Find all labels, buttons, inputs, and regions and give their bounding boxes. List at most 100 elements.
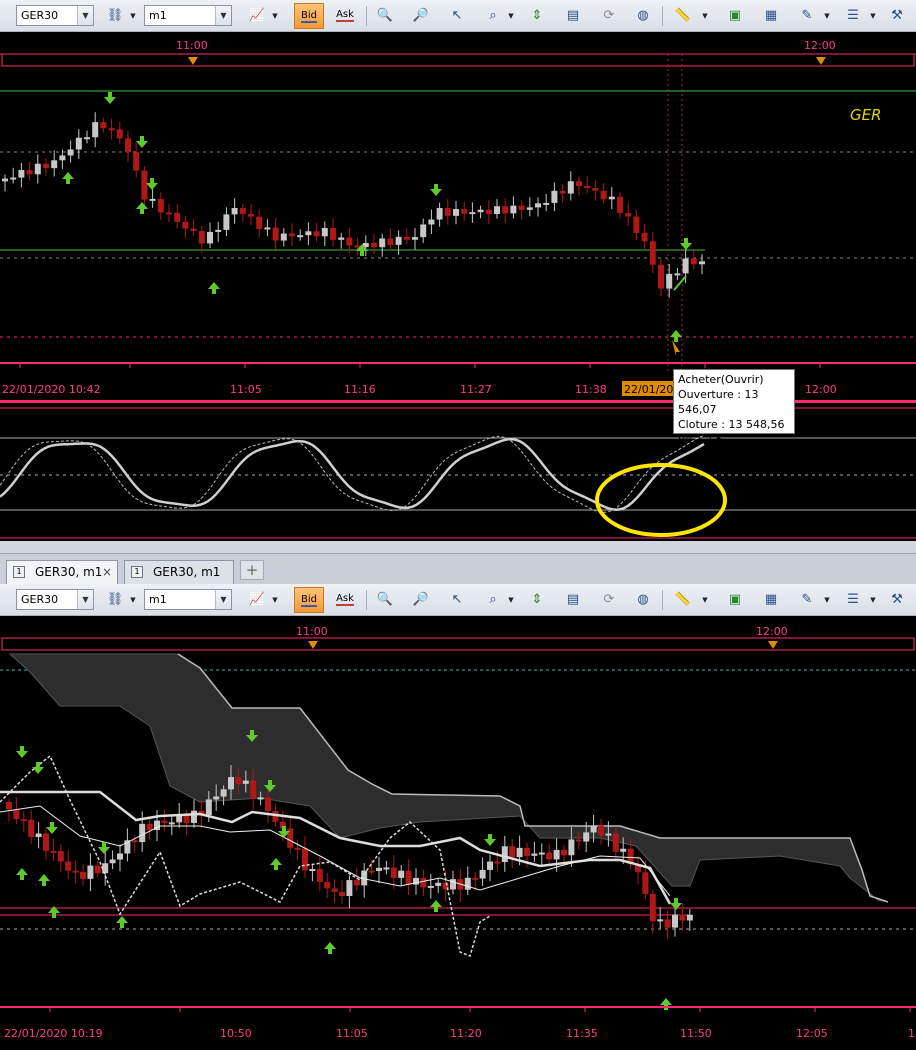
globe-icon[interactable]: ◍ — [630, 4, 656, 28]
chevron-down-icon[interactable]: ▼ — [506, 4, 516, 28]
candle-body — [487, 861, 493, 870]
template-icon[interactable]: ▦ — [758, 4, 784, 28]
tab-ger30-m1[interactable]: 1 GER30, m1 — [124, 560, 234, 584]
time-axis-label: 11:35 — [566, 1027, 598, 1040]
bottom-toolbar: GER30 ▼ ⛓ ▼ m1 ▼ 📈 ▼ Bid Ask 🔍 🔎 ↖ ⌕ ▼ ⇕… — [0, 584, 916, 616]
candle-body — [2, 178, 8, 182]
timeframe-select[interactable]: m1 ▼ — [144, 5, 232, 26]
symbol-select[interactable]: GER30 ▼ — [16, 5, 94, 26]
chevron-down-icon[interactable]: ▼ — [128, 4, 138, 28]
add-tab-button[interactable]: + — [240, 560, 264, 580]
link-icon[interactable]: ⛓ — [102, 588, 128, 612]
tab-ger30-m1-active[interactable]: 1 GER30, m1 × — [6, 560, 118, 584]
chevron-down-icon[interactable]: ▼ — [77, 590, 93, 609]
sell-arrow-icon — [104, 92, 116, 104]
candle-body — [176, 815, 183, 823]
chevron-down-icon[interactable]: ▼ — [822, 588, 832, 612]
chevron-down-icon[interactable]: ▼ — [700, 588, 710, 612]
ask-button[interactable]: Ask — [330, 587, 360, 613]
candle-body — [666, 273, 673, 289]
candle-body — [272, 227, 279, 241]
chevron-down-icon[interactable]: ▼ — [128, 588, 138, 612]
toolbar-separator — [366, 590, 367, 610]
chevron-down-icon[interactable]: ▼ — [506, 588, 516, 612]
magnifier-icon[interactable]: ⌕ — [480, 588, 506, 612]
time-label-top-right: 12:00 — [756, 625, 788, 638]
candle-body — [131, 840, 138, 843]
close-icon[interactable]: × — [102, 561, 112, 583]
globe-icon[interactable]: ◍ — [630, 588, 656, 612]
link-icon[interactable]: ⛓ — [102, 4, 128, 28]
draw-tools-icon[interactable]: ✎ — [794, 4, 820, 28]
chart-type-icon[interactable]: 📈 — [244, 588, 270, 612]
candle-body — [198, 230, 205, 244]
template-icon[interactable]: ▦ — [758, 588, 784, 612]
symbol-value: GER30 — [21, 593, 59, 606]
candle-body — [331, 888, 338, 892]
chevron-down-icon[interactable]: ▼ — [215, 6, 231, 25]
chevron-down-icon[interactable]: ▼ — [700, 4, 710, 28]
refresh-icon[interactable]: ⟳ — [596, 588, 622, 612]
refresh-icon[interactable]: ⟳ — [596, 4, 622, 28]
time-axis-line — [0, 362, 916, 364]
chevron-down-icon[interactable]: ▼ — [868, 588, 878, 612]
sell-arrow-icon — [484, 834, 496, 846]
properties-icon[interactable]: ▤ — [560, 588, 586, 612]
magnifier-icon[interactable]: ⌕ — [480, 4, 506, 28]
candle-body — [215, 229, 222, 232]
cursor-icon[interactable]: ↖ — [444, 4, 470, 28]
chevron-down-icon[interactable]: ▼ — [822, 4, 832, 28]
buy-arrow-icon — [660, 998, 672, 1010]
candle-body — [28, 819, 35, 838]
cursor-icon[interactable]: ↖ — [444, 588, 470, 612]
settings-icon[interactable]: ⚒ — [884, 588, 910, 612]
tab-label: GER30, m1 — [153, 565, 221, 579]
buy-arrow-icon — [16, 868, 28, 880]
chevron-down-icon[interactable]: ▼ — [270, 4, 280, 28]
candle-body — [305, 231, 312, 236]
timeframe-value: m1 — [149, 593, 167, 606]
zoom-in-icon[interactable]: 🔍 — [372, 588, 398, 612]
zoom-out-icon[interactable]: 🔎 — [408, 4, 434, 28]
bid-button[interactable]: Bid — [294, 587, 324, 613]
candle-body — [166, 212, 172, 215]
chevron-down-icon[interactable]: ▼ — [270, 588, 280, 612]
top-chart-svg: 11:00 12:00 GER 22/01/2020 10:42 11:05 1… — [0, 39, 916, 539]
draw-tools-icon[interactable]: ✎ — [794, 588, 820, 612]
zoom-in-icon[interactable]: 🔍 — [372, 4, 398, 28]
chevron-down-icon[interactable]: ▼ — [868, 4, 878, 28]
indicators-icon[interactable]: ☰ — [840, 588, 866, 612]
candle-body — [649, 241, 656, 265]
auto-scroll-icon[interactable]: ⇕ — [524, 4, 550, 28]
bottom-chart[interactable]: 11:00 12:00 22/01/2020 10:19 10:50 11:05… — [0, 616, 916, 1050]
top-chart[interactable]: 11:00 12:00 GER 22/01/2020 10:42 11:05 1… — [0, 32, 916, 541]
chevron-down-icon[interactable]: ▼ — [215, 590, 231, 609]
zoom-out-icon[interactable]: 🔎 — [408, 588, 434, 612]
candle-body — [617, 196, 623, 213]
ruler-icon[interactable]: 📏 — [670, 4, 696, 28]
bid-button[interactable]: Bid — [294, 3, 324, 29]
timeframe-select[interactable]: m1 ▼ — [144, 589, 232, 610]
image-icon[interactable]: ▣ — [722, 4, 748, 28]
buy-arrow-icon — [208, 282, 220, 294]
chevron-down-icon[interactable]: ▼ — [77, 6, 93, 25]
ruler-icon[interactable]: 📏 — [670, 588, 696, 612]
properties-icon[interactable]: ▤ — [560, 4, 586, 28]
window-divider[interactable] — [0, 541, 916, 553]
ask-button[interactable]: Ask — [330, 3, 360, 29]
image-icon[interactable]: ▣ — [722, 588, 748, 612]
chart-type-icon[interactable]: 📈 — [244, 4, 270, 28]
symbol-select[interactable]: GER30 ▼ — [16, 589, 94, 610]
candle-body — [257, 797, 264, 800]
time-axis-label: 11:05 — [336, 1027, 368, 1040]
indicators-icon[interactable]: ☰ — [840, 4, 866, 28]
candle-body — [461, 209, 468, 214]
settings-icon[interactable]: ⚒ — [884, 4, 910, 28]
candle-body — [657, 919, 664, 922]
candle-body — [191, 810, 197, 823]
time-axis-label: 10:50 — [220, 1027, 252, 1040]
candle-body — [538, 852, 545, 855]
candle-body — [526, 207, 533, 210]
auto-scroll-icon[interactable]: ⇕ — [524, 588, 550, 612]
candle-body — [133, 152, 140, 171]
